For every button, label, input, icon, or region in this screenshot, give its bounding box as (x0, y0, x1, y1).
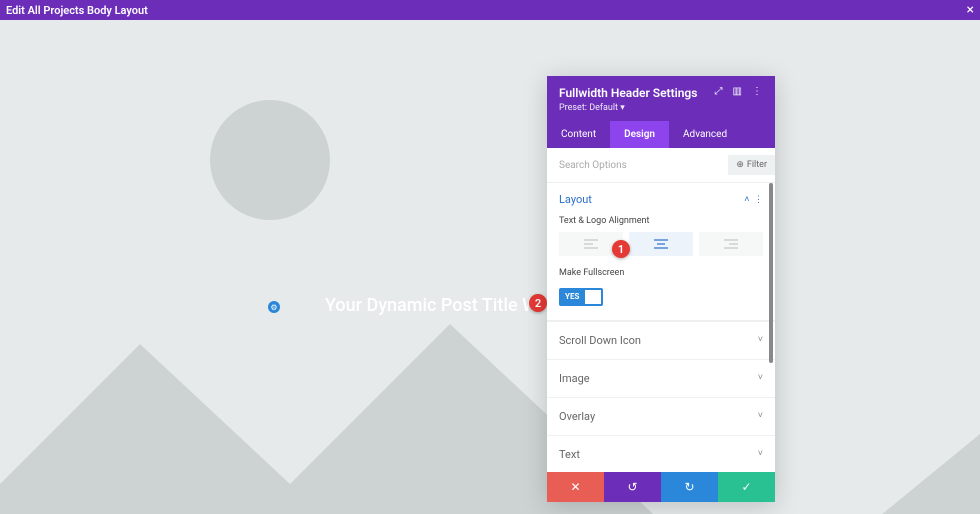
gear-icon[interactable]: ⚙ (268, 301, 280, 313)
expand-icon[interactable]: ⤢ (715, 86, 723, 97)
section-scroll-down-icon[interactable]: Scroll Down Icon ˅ (547, 321, 775, 359)
kebab-icon[interactable]: ⋮ (752, 86, 763, 97)
chevron-down-icon: ˅ (758, 448, 763, 461)
fullscreen-toggle[interactable]: YES (559, 288, 603, 306)
page-title: Edit All Projects Body Layout (6, 4, 148, 17)
chevron-up-icon: ˄ ⋮ (744, 194, 763, 205)
section-layout-title: Layout (559, 193, 592, 206)
panel-title: Fullwidth Header Settings (559, 86, 697, 100)
redo-button[interactable]: ↻ (661, 472, 718, 502)
tab-design[interactable]: Design (610, 121, 669, 148)
section-overlay-label: Overlay (559, 410, 595, 423)
dynamic-post-title: Your Dynamic Post Title W (325, 295, 538, 316)
panel-footer: ✕ ↺ ↻ ✓ (547, 472, 775, 502)
section-scroll-label: Scroll Down Icon (559, 334, 641, 347)
preset-value: Default (589, 103, 618, 113)
panel-preset[interactable]: Preset: Default ▾ (559, 103, 697, 113)
chevron-down-icon: ˅ (758, 410, 763, 423)
placeholder-circle-shape (210, 100, 330, 220)
columns-icon[interactable]: ▥ (733, 86, 742, 97)
toggle-knob (585, 290, 601, 304)
tab-advanced[interactable]: Advanced (669, 121, 741, 148)
preset-prefix: Preset: (559, 103, 587, 113)
section-text-label: Text (559, 448, 580, 461)
search-input[interactable]: Search Options (559, 160, 627, 171)
panel-body: Layout ˄ ⋮ Text & Logo Alignment Make Fu… (547, 183, 775, 472)
align-right-button[interactable] (699, 232, 763, 256)
tab-bar: Content Design Advanced (547, 121, 775, 148)
scrollbar-thumb[interactable] (769, 183, 773, 363)
chevron-down-icon: ˅ (758, 372, 763, 385)
editor-canvas: ⚙ Your Dynamic Post Title W 2 (0, 20, 980, 514)
undo-button[interactable]: ↺ (604, 472, 661, 502)
section-image[interactable]: Image ˅ (547, 359, 775, 397)
filter-label: Filter (747, 160, 767, 170)
tab-content[interactable]: Content (547, 121, 610, 148)
cancel-button[interactable]: ✕ (547, 472, 604, 502)
toggle-text: YES (565, 292, 579, 301)
align-center-button[interactable] (629, 232, 693, 256)
save-button[interactable]: ✓ (718, 472, 775, 502)
filter-button[interactable]: ⊕ Filter (728, 155, 775, 175)
settings-panel: Fullwidth Header Settings Preset: Defaul… (547, 76, 775, 502)
section-layout-header[interactable]: Layout ˄ ⋮ (547, 183, 775, 216)
filter-icon: ⊕ (736, 160, 744, 170)
section-text[interactable]: Text ˅ (547, 435, 775, 473)
alignment-button-group (559, 232, 763, 256)
close-icon[interactable]: × (967, 3, 974, 17)
panel-header: Fullwidth Header Settings Preset: Defaul… (547, 76, 775, 121)
placeholder-mountain-shape (0, 214, 980, 514)
alignment-label: Text & Logo Alignment (559, 216, 763, 226)
annotation-badge-2: 2 (529, 294, 547, 312)
section-overlay[interactable]: Overlay ˅ (547, 397, 775, 435)
search-row: Search Options ⊕ Filter (547, 148, 775, 183)
section-image-label: Image (559, 372, 590, 385)
chevron-down-icon: ˅ (758, 334, 763, 347)
annotation-badge-1: 1 (612, 240, 630, 258)
top-bar: Edit All Projects Body Layout × (0, 0, 980, 20)
fullscreen-label: Make Fullscreen (559, 268, 763, 278)
